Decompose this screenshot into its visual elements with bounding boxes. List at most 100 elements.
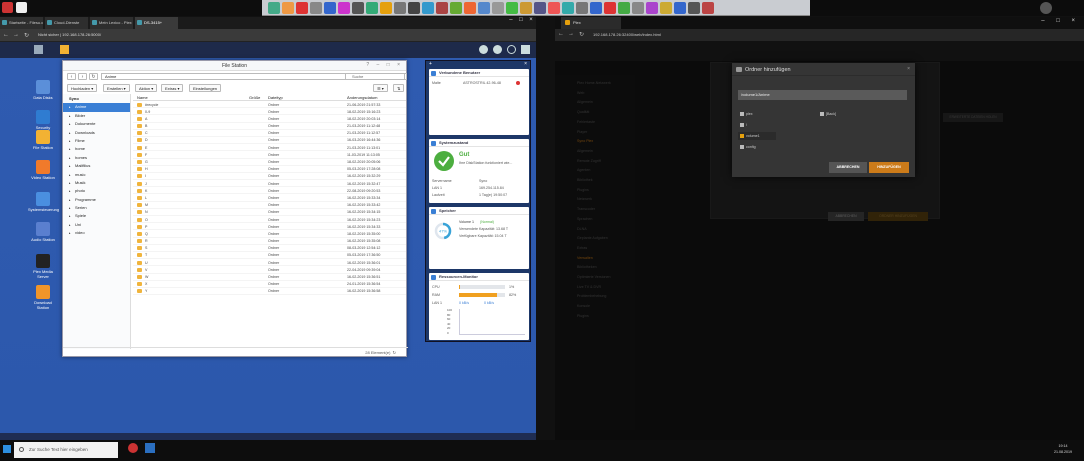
table-row[interactable]: N Ordner 16-02-2019 15:34:15 bbox=[133, 209, 406, 216]
vivaldi-icon[interactable] bbox=[128, 443, 138, 453]
back-icon[interactable]: ← bbox=[558, 31, 564, 37]
close-icon[interactable]: × bbox=[529, 17, 533, 29]
refresh-button[interactable]: ↻ bbox=[89, 73, 98, 80]
desktop-app-icon[interactable]: Data Disks bbox=[28, 80, 58, 100]
table-row[interactable]: M Ordner 16-02-2019 15:33:42 bbox=[133, 202, 406, 209]
desktop-app-icon[interactable]: Download Station bbox=[28, 285, 58, 310]
url-text[interactable]: Nicht sicher | 192.168.178.26:5000/ bbox=[38, 32, 101, 37]
table-row[interactable]: P Ordner 16-02-2019 15:34:33 bbox=[133, 223, 406, 231]
folder-list-item[interactable]: plex bbox=[738, 110, 776, 118]
main-menu-icon[interactable] bbox=[34, 45, 43, 54]
reload-icon[interactable]: ↻ bbox=[579, 31, 584, 38]
column-type[interactable]: Dateityp bbox=[268, 95, 283, 100]
tree-item[interactable]: ▸ Anime bbox=[63, 103, 130, 112]
tree-item[interactable]: ▸ Dokumente bbox=[63, 120, 130, 128]
dock-app-icon[interactable] bbox=[268, 1, 280, 14]
table-row[interactable]: V Ordner 22-04-2019 09:39:04 bbox=[133, 266, 406, 274]
desktop-app-icon[interactable]: Plex Media Server bbox=[28, 254, 58, 279]
column-modified[interactable]: Änderungsdatum bbox=[347, 95, 377, 100]
tree-item[interactable]: ▸ home bbox=[63, 145, 130, 153]
app-icon[interactable] bbox=[2, 2, 13, 13]
file-station-taskbar-icon[interactable] bbox=[60, 45, 69, 54]
dock-app-icon[interactable] bbox=[296, 1, 308, 14]
upload-button[interactable]: Hochladen ▾ bbox=[67, 84, 98, 92]
desktop-app-icon[interactable]: Audio Station bbox=[28, 222, 58, 242]
app-icon[interactable] bbox=[16, 2, 27, 13]
url-text[interactable]: 192.168.178.26:32400/web/index.html bbox=[593, 32, 661, 37]
table-row[interactable]: L Ordner 16-02-2019 15:33:34 bbox=[133, 194, 406, 202]
expand-icon[interactable]: ▸ bbox=[69, 129, 71, 137]
dock-app-icon[interactable] bbox=[436, 1, 448, 14]
dock-app-icon[interactable] bbox=[422, 1, 434, 14]
expand-icon[interactable]: ▸ bbox=[69, 204, 71, 212]
dock-app-icon[interactable] bbox=[506, 1, 518, 14]
tree-item[interactable]: ▸ homes bbox=[63, 154, 130, 162]
expand-icon[interactable]: ▸ bbox=[69, 120, 71, 128]
dock-app-icon[interactable] bbox=[450, 1, 462, 14]
column-size[interactable]: Größe bbox=[249, 95, 260, 100]
create-button[interactable]: Erstellen ▾ bbox=[103, 84, 130, 92]
maximize-icon[interactable]: □ bbox=[519, 17, 523, 29]
dock-app-icon[interactable] bbox=[408, 1, 420, 14]
tree-item[interactable]: ▸ Spiele bbox=[63, 212, 130, 220]
search-icon[interactable] bbox=[507, 45, 516, 54]
table-row[interactable]: T Ordner 05-03-2019 17:36:50 bbox=[133, 252, 406, 260]
desktop-app-icon[interactable]: Systemsteuerung bbox=[28, 192, 59, 212]
table-row[interactable]: Q Ordner 18-02-2019 15:35:00 bbox=[133, 230, 406, 238]
disconnect-icon[interactable] bbox=[516, 81, 520, 85]
expand-icon[interactable]: ▸ bbox=[69, 196, 71, 204]
forward-icon[interactable]: → bbox=[568, 31, 574, 37]
table-row[interactable]: U Ordner 16-02-2019 15:36:01 bbox=[133, 259, 406, 267]
sort-icon[interactable]: ⇅ bbox=[393, 84, 405, 92]
desktop-app-icon[interactable]: Security bbox=[28, 110, 58, 130]
dock-app-icon[interactable] bbox=[534, 1, 546, 14]
window-controls[interactable]: ? – □ × bbox=[366, 62, 403, 68]
expand-icon[interactable]: ▸ bbox=[69, 229, 71, 237]
table-row[interactable]: G Ordner 18-02-2019 20:05:06 bbox=[133, 159, 406, 166]
table-row[interactable]: Y Ordner 16-02-2019 15:36:58 bbox=[133, 288, 406, 296]
tree-item[interactable]: ▸ Uni bbox=[63, 221, 130, 229]
table-row[interactable]: 0-9 Ordner 18-02-2019 15:16:23 bbox=[133, 108, 406, 116]
table-row[interactable]: F Ordner 11-03-2019 11:13:05 bbox=[133, 151, 406, 159]
dock-app-icon[interactable] bbox=[688, 1, 700, 14]
chat-icon[interactable] bbox=[479, 45, 488, 54]
user-icon[interactable] bbox=[493, 45, 502, 54]
dock-app-icon[interactable] bbox=[646, 1, 658, 14]
expand-icon[interactable]: ▸ bbox=[69, 171, 71, 179]
table-row[interactable]: S Ordner 08-03-2019 12:54:12 bbox=[133, 245, 406, 252]
extras-button[interactable]: Extras ▾ bbox=[161, 84, 184, 92]
expand-icon[interactable]: ▸ bbox=[69, 112, 71, 120]
dock-app-icon[interactable] bbox=[660, 1, 672, 14]
expand-icon[interactable]: ▸ bbox=[69, 154, 71, 162]
dock-app-icon[interactable] bbox=[352, 1, 364, 14]
expand-icon[interactable]: ▸ bbox=[69, 103, 71, 111]
expand-icon[interactable]: ▸ bbox=[69, 179, 71, 187]
folder-list-item[interactable]: volume1 bbox=[738, 132, 776, 140]
dock-app-icon[interactable] bbox=[604, 1, 616, 14]
dock-app-icon[interactable] bbox=[576, 1, 588, 14]
tree-item[interactable]: ▸ photo bbox=[63, 187, 130, 195]
tree-item[interactable]: ▸ Programme bbox=[63, 196, 130, 204]
browser-tab[interactable]: DS-3415+ bbox=[135, 17, 178, 29]
table-row[interactable]: D Ordner 16-03-2019 16:44:36 bbox=[133, 137, 406, 145]
forward-button[interactable]: › bbox=[78, 73, 87, 80]
column-name[interactable]: Name bbox=[137, 95, 148, 100]
dock-app-icon[interactable] bbox=[492, 1, 504, 14]
tree-item[interactable]: ▸ music bbox=[63, 171, 130, 179]
dock-app-icon[interactable] bbox=[632, 1, 644, 14]
action-button[interactable]: Aktion ▾ bbox=[135, 84, 158, 92]
dock-app-icon[interactable] bbox=[366, 1, 378, 14]
expand-icon[interactable]: ▸ bbox=[69, 221, 71, 229]
dock-app-icon[interactable] bbox=[394, 1, 406, 14]
browser-tab[interactable]: Startseite - Filesu.com bbox=[0, 17, 43, 29]
taskbar-search-input[interactable]: Zur Suche Text hier eingeben bbox=[14, 442, 118, 458]
reload-icon[interactable]: ↻ bbox=[24, 32, 29, 39]
window-controls[interactable]: – □ × bbox=[1041, 18, 1080, 24]
table-row[interactable]: #recycle Ordner 21-06-2019 21:57:33 bbox=[133, 101, 406, 109]
expand-icon[interactable]: ▸ bbox=[69, 137, 71, 145]
back-button[interactable]: ‹ bbox=[67, 73, 76, 80]
folder-list-item[interactable]: / bbox=[738, 121, 776, 129]
expand-icon[interactable]: ▸ bbox=[69, 162, 71, 170]
search-input[interactable]: Suche bbox=[345, 73, 407, 80]
dock-app-icon[interactable] bbox=[478, 1, 490, 14]
